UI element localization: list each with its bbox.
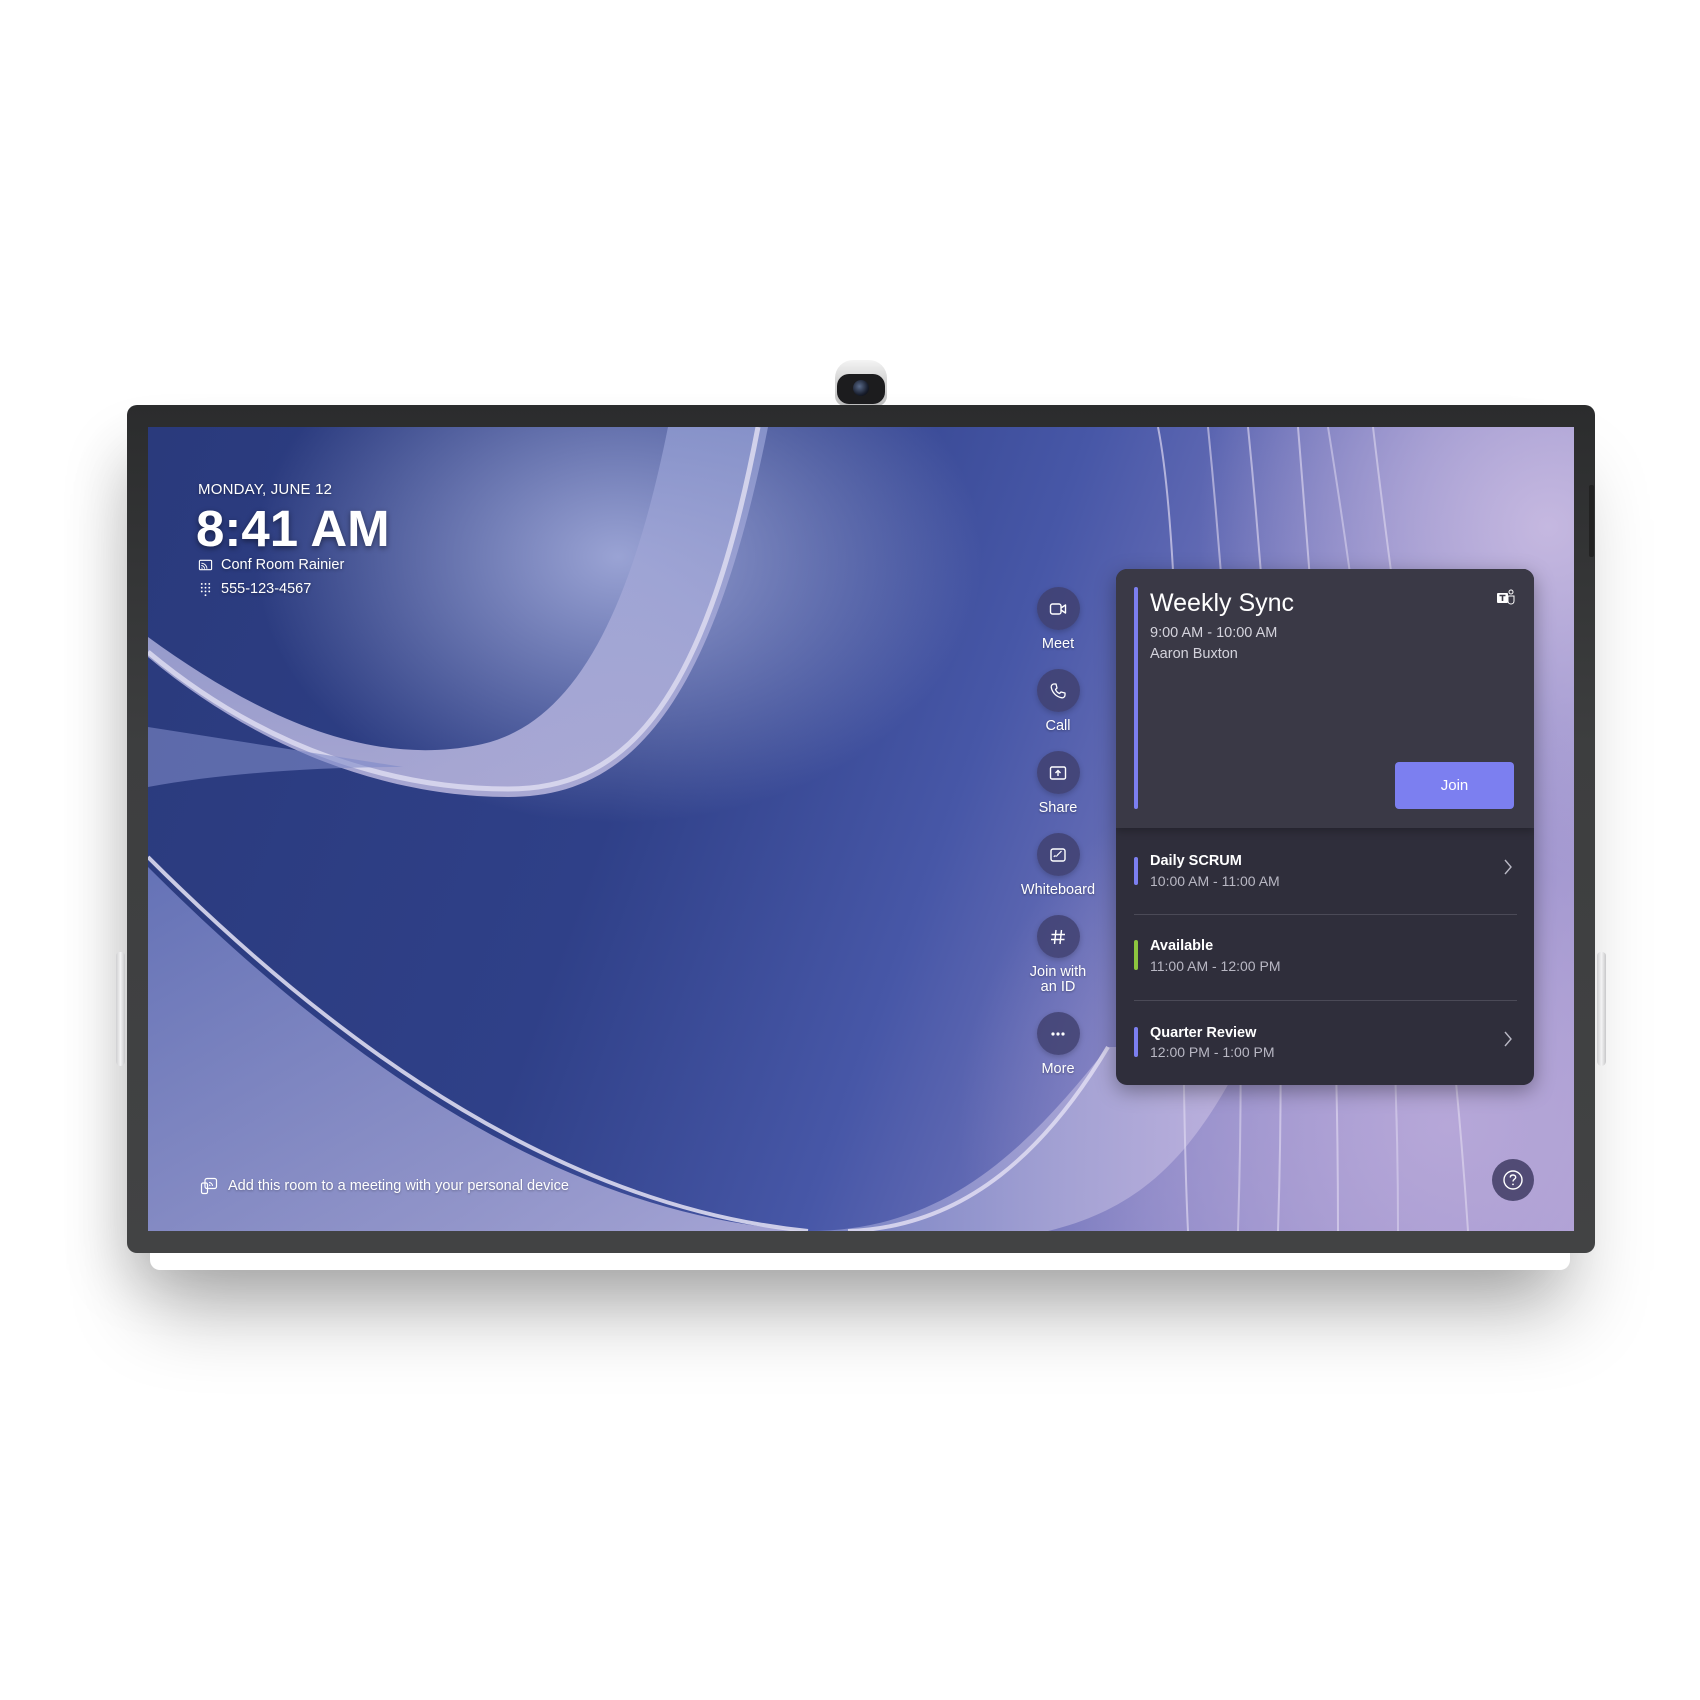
stylus-pen-right	[1597, 952, 1606, 1066]
chevron-right-icon	[1504, 1031, 1512, 1047]
phone-number: 555-123-4567	[221, 581, 312, 597]
join-with-id-circle[interactable]	[1036, 915, 1080, 958]
device-side-button	[1589, 485, 1594, 557]
whiteboard-button[interactable]: Whiteboard	[1008, 833, 1108, 898]
current-meeting[interactable]: Weekly Sync 9:00 AM - 10:00 AM Aaron Bux…	[1116, 569, 1534, 828]
call-button[interactable]: Call	[1008, 669, 1108, 734]
camera-lens-icon	[853, 380, 869, 396]
chevron-right-icon	[1504, 859, 1512, 875]
join-with-id-label-line2: an ID	[1040, 979, 1076, 995]
proximity-join-text: Add this room to a meeting with your per…	[228, 1178, 569, 1194]
whiteboard-label: Whiteboard	[1020, 882, 1096, 898]
meet-label: Meet	[1041, 636, 1075, 652]
teams-rooms-home-screen: MONDAY, JUNE 12 8:41 AM Conf Room Rainie…	[148, 427, 1574, 1231]
more-label: More	[1041, 1061, 1075, 1077]
dialpad-icon	[200, 582, 211, 596]
call-label: Call	[1045, 718, 1071, 734]
current-meeting-time: 9:00 AM - 10:00 AM	[1150, 625, 1278, 641]
join-with-id-label: Join with an ID	[1008, 965, 1108, 995]
agenda-time: 11:00 AM - 12:00 PM	[1150, 958, 1281, 974]
agenda-item-daily-scrum[interactable]: Daily SCRUM 10:00 AM - 11:00 AM	[1116, 829, 1534, 915]
more-circle[interactable]	[1036, 1012, 1080, 1055]
join-with-id-button[interactable]: Join with an ID	[1008, 915, 1108, 995]
share-screen-icon	[1049, 765, 1067, 780]
agenda-item-quarter-review[interactable]: Quarter Review 12:00 PM - 1:00 PM	[1116, 1001, 1534, 1085]
room-name-row: Conf Room Rainier	[198, 557, 344, 573]
stylus-pen-left	[116, 952, 125, 1066]
agenda-item-available: Available 11:00 AM - 12:00 PM	[1116, 915, 1534, 1001]
help-button[interactable]	[1492, 1159, 1534, 1201]
webcam	[835, 360, 887, 406]
agenda-time: 10:00 AM - 11:00 AM	[1150, 873, 1280, 889]
more-icon	[1051, 1031, 1065, 1036]
whiteboard-icon	[1050, 847, 1066, 862]
room-name: Conf Room Rainier	[221, 557, 345, 573]
join-with-id-label-line1: Join with	[1029, 964, 1087, 980]
current-meeting-organizer: Aaron Buxton	[1150, 646, 1238, 662]
proximity-join-icon	[200, 1177, 218, 1195]
agenda-accent	[1134, 1027, 1138, 1057]
agenda-title: Quarter Review	[1150, 1025, 1257, 1041]
meet-circle[interactable]	[1036, 587, 1080, 630]
help-icon	[1503, 1170, 1523, 1190]
webcam-face	[837, 374, 885, 404]
more-button[interactable]: More	[1008, 1012, 1108, 1077]
calendar-card: Weekly Sync 9:00 AM - 10:00 AM Aaron Bux…	[1116, 569, 1534, 1085]
whiteboard-circle[interactable]	[1036, 833, 1080, 876]
call-circle[interactable]	[1036, 669, 1080, 712]
share-circle[interactable]	[1036, 751, 1080, 794]
current-meeting-accent	[1134, 587, 1138, 809]
join-button[interactable]: Join	[1395, 762, 1514, 809]
agenda-accent	[1134, 857, 1138, 885]
agenda-title: Daily SCRUM	[1150, 853, 1242, 869]
phone-icon	[1050, 682, 1066, 698]
available-accent	[1134, 940, 1138, 970]
share-label: Share	[1038, 800, 1078, 816]
date-label: MONDAY, JUNE 12	[198, 481, 333, 498]
meet-button[interactable]: Meet	[1008, 587, 1108, 652]
agenda-time: 12:00 PM - 1:00 PM	[1150, 1044, 1275, 1060]
share-button[interactable]: Share	[1008, 751, 1108, 816]
cast-icon	[198, 559, 213, 570]
agenda-title: Available	[1150, 938, 1214, 954]
teams-icon	[1497, 589, 1515, 605]
phone-number-row: 555-123-4567	[198, 581, 311, 597]
hash-icon	[1051, 929, 1065, 944]
current-meeting-title: Weekly Sync	[1150, 589, 1295, 617]
video-camera-icon	[1049, 602, 1067, 615]
clock: 8:41 AM	[196, 500, 390, 557]
proximity-join-hint[interactable]: Add this room to a meeting with your per…	[200, 1177, 569, 1195]
